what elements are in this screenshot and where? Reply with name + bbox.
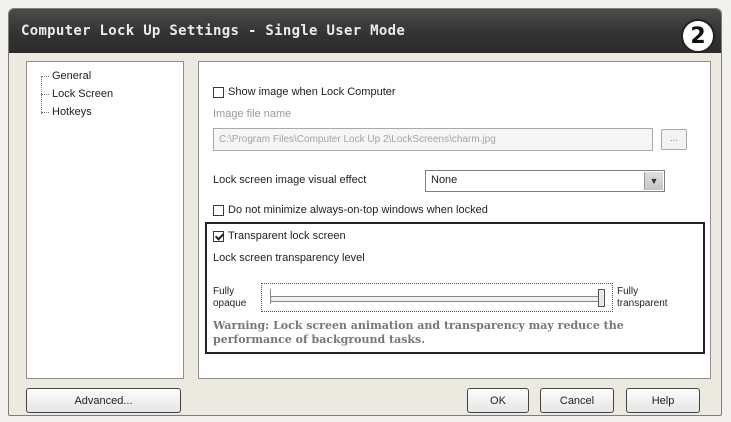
image-file-field[interactable]: C:\Program Files\Computer Lock Up 2\Lock… (213, 128, 653, 151)
settings-tree: General Lock Screen Hotkeys (26, 61, 184, 379)
tree-item-label: Lock Screen (52, 88, 114, 100)
chevron-down-icon[interactable]: ▼ (644, 172, 663, 190)
tree-item-general[interactable]: General (41, 70, 91, 82)
help-button[interactable]: Help (626, 388, 700, 413)
image-file-label: Image file name (213, 108, 292, 120)
lock-screen-panel: Show image when Lock Computer Image file… (198, 61, 711, 379)
tree-branch (41, 93, 49, 95)
visual-effect-label: Lock screen image visual effect (213, 174, 367, 186)
show-image-checkbox[interactable] (213, 86, 224, 98)
tree-branch (41, 111, 49, 113)
tree-branch (41, 75, 49, 77)
tree-item-hotkeys[interactable]: Hotkeys (41, 106, 92, 118)
no-minimize-label: Do not minimize always-on-top windows wh… (228, 204, 488, 216)
tree-item-label: General (52, 70, 92, 82)
transparency-slider[interactable] (261, 283, 613, 312)
cancel-button[interactable]: Cancel (540, 388, 614, 413)
performance-warning: Warning: Lock screen animation and trans… (213, 319, 624, 346)
title-bar[interactable]: Computer Lock Up Settings - Single User … (9, 9, 721, 53)
transparency-level-label: Lock screen transparency level (213, 252, 365, 264)
tree-item-label: Hotkeys (52, 106, 92, 118)
tree-item-lock-screen[interactable]: Lock Screen (41, 88, 113, 100)
browse-button[interactable]: ... (661, 129, 687, 150)
transparent-label: Transparent lock screen (228, 230, 346, 242)
settings-dialog: Computer Lock Up Settings - Single User … (8, 8, 722, 416)
slider-max-label: Fully transparent (617, 286, 668, 309)
slider-rail (270, 296, 602, 302)
visual-effect-value: None (431, 174, 458, 186)
ok-button[interactable]: OK (467, 388, 529, 413)
visual-effect-select[interactable]: None ▼ (425, 170, 665, 192)
show-image-label: Show image when Lock Computer (228, 86, 396, 98)
transparent-checkbox[interactable] (213, 230, 224, 242)
step-badge: 2 (681, 19, 715, 53)
show-image-option[interactable]: Show image when Lock Computer (213, 86, 396, 98)
transparency-group: Transparent lock screen Lock screen tran… (205, 222, 705, 354)
no-minimize-option[interactable]: Do not minimize always-on-top windows wh… (213, 204, 488, 216)
slider-thumb[interactable] (598, 289, 605, 307)
advanced-button[interactable]: Advanced... (26, 388, 181, 413)
no-minimize-checkbox[interactable] (213, 204, 224, 216)
slider-min-label: Fully opaque (213, 286, 247, 309)
transparent-option[interactable]: Transparent lock screen (213, 230, 346, 242)
window-title: Computer Lock Up Settings - Single User … (21, 23, 406, 39)
